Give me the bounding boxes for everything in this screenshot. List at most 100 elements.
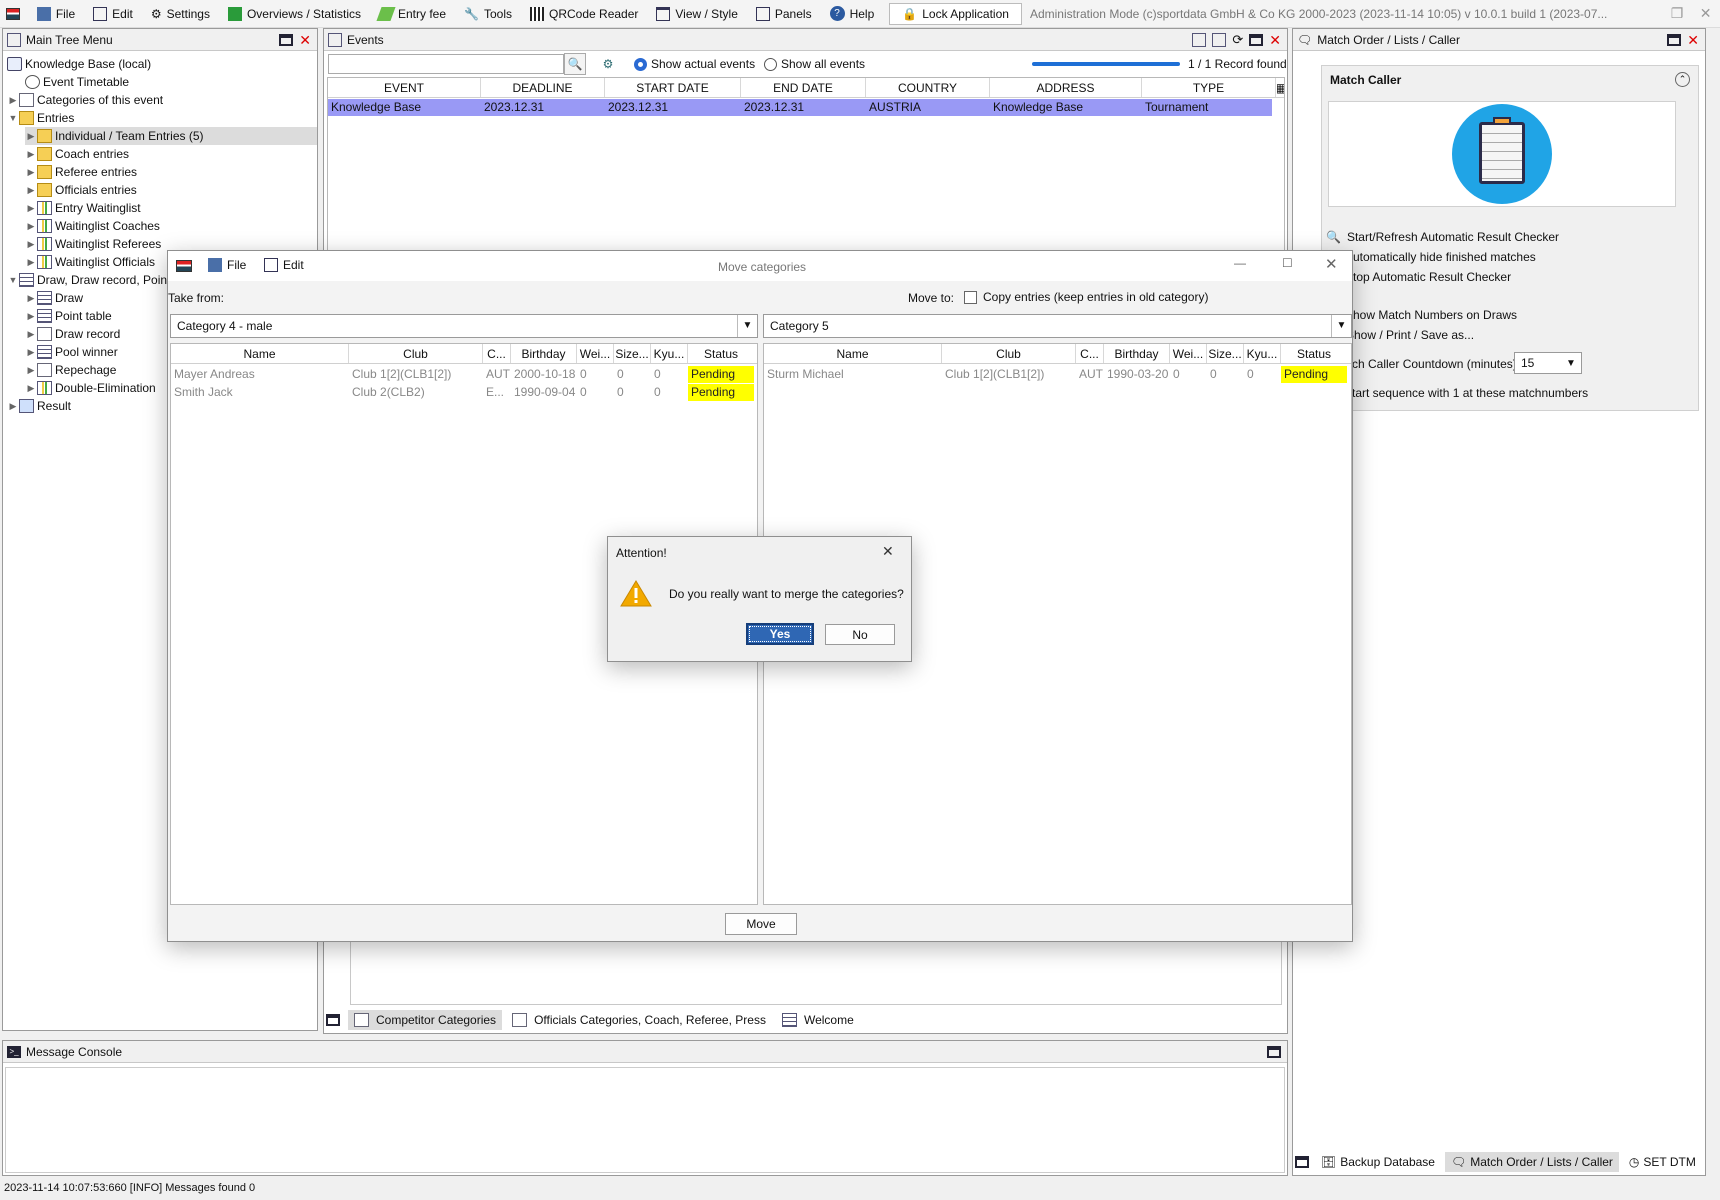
col-country[interactable]: COUNTRY [866,78,990,97]
expand-arrow-icon[interactable]: ▶ [25,365,37,376]
close-window-button[interactable]: ✕ [1691,5,1720,22]
tree-item-categories[interactable]: ▶ Categories of this event [7,91,163,109]
table-row[interactable]: Sturm Michael Club 1[2](CLB1[2]) AUT 199… [764,366,1351,383]
close-icon[interactable]: ✕ [882,543,894,560]
tree-item-coach-entries[interactable]: ▶ Coach entries [25,145,129,163]
expand-arrow-icon[interactable]: ▶ [25,329,37,340]
expand-arrow-icon[interactable]: ▶ [25,383,37,394]
table-row[interactable]: Mayer Andreas Club 1[2](CLB1[2]) AUT 200… [171,366,757,383]
col-country[interactable]: C... [1076,344,1104,363]
tree-item-double-elimination[interactable]: ▶ Double-Elimination [25,379,156,397]
menu-edit[interactable]: Edit [84,2,142,26]
menu-qrcode[interactable]: QRCode Reader [521,2,647,26]
expand-arrow-icon[interactable]: ▶ [25,239,37,250]
countdown-select[interactable]: 15 ▼ [1514,352,1582,374]
minimize-icon[interactable]: — [1234,256,1246,270]
col-weight[interactable]: Wei... [1170,344,1207,363]
folder-open-icon[interactable] [1212,32,1227,47]
expand-arrow-icon[interactable]: ▶ [25,149,37,160]
checkbox[interactable] [964,290,977,304]
collapse-arrow-icon[interactable]: ▼ [7,275,19,285]
search-icon[interactable]: 🔍 [564,53,586,75]
move-dialog-menu-file[interactable]: File [208,258,246,272]
expand-arrow-icon[interactable]: ▶ [25,347,37,358]
col-event[interactable]: EVENT [328,78,481,97]
tree-item-pool-winner[interactable]: ▶ Pool winner [25,343,118,361]
tree-item-draw[interactable]: ▶ Draw [25,289,83,307]
maximize-icon[interactable] [1249,33,1264,46]
expand-arrow-icon[interactable]: ▶ [25,257,37,268]
menu-overviews[interactable]: Overviews / Statistics [219,2,370,26]
menu-file[interactable]: File [28,2,84,26]
radio-button[interactable] [634,57,647,71]
expand-arrow-icon[interactable]: ▶ [25,167,37,178]
close-icon[interactable]: ✕ [1687,33,1699,47]
col-country[interactable]: C... [483,344,511,363]
col-name[interactable]: Name [171,344,349,363]
maximize-icon[interactable] [1667,33,1682,46]
yes-button[interactable]: Yes [746,623,814,645]
tree-item-entries[interactable]: ▼ Entries [7,109,74,127]
expand-arrow-icon[interactable]: ▶ [25,221,37,232]
calendar-icon[interactable] [1192,32,1207,47]
tab-competitor-categories[interactable]: Competitor Categories [348,1010,503,1030]
col-end-date[interactable]: END DATE [741,78,866,97]
from-category-select[interactable]: Category 4 - male ▼ [170,314,758,338]
col-kyu[interactable]: Kyu... [1244,344,1281,363]
close-icon[interactable]: ✕ [1325,255,1338,273]
maximize-icon[interactable] [1267,1045,1281,1058]
no-button[interactable]: No [825,624,895,645]
collapse-arrow-icon[interactable]: ▼ [7,113,19,123]
tree-item-knowledge-base[interactable]: Knowledge Base (local) [7,55,151,73]
close-icon[interactable]: ✕ [1269,33,1281,47]
chevron-down-icon[interactable]: ▼ [1331,315,1351,337]
menu-entry-fee[interactable]: Entry fee [370,2,455,26]
collapse-section-icon[interactable]: ⌃ [1675,72,1690,87]
close-icon[interactable]: ✕ [299,33,311,47]
expand-arrow-icon[interactable]: ▶ [25,311,37,322]
col-address[interactable]: ADDRESS [990,78,1142,97]
tree-item-entry-waitinglist[interactable]: ▶ Entry Waitinglist [25,199,141,217]
tree-item-draw-record[interactable]: ▶ Draw record [25,325,120,343]
col-type[interactable]: TYPE [1142,78,1276,97]
move-dialog-menu-edit[interactable]: Edit [264,258,304,272]
move-button[interactable]: Move [725,913,797,935]
menu-tools[interactable]: 🔧 Tools [455,2,521,26]
tab-set-dtm[interactable]: ◷ SET DTM [1623,1152,1702,1172]
column-chooser-icon[interactable]: ▦ [1276,78,1284,97]
tab-match-order[interactable]: 🗨 Match Order / Lists / Caller [1444,1152,1619,1172]
col-club[interactable]: Club [942,344,1076,363]
tree-item-waitinglist-referees[interactable]: ▶ Waitinglist Referees [25,235,161,253]
col-status[interactable]: Status [688,344,754,363]
col-birthday[interactable]: Birthday [511,344,577,363]
to-category-select[interactable]: Category 5 ▼ [763,314,1352,338]
tab-backup-database[interactable]: 🗄 Backup Database [1315,1152,1441,1172]
col-club[interactable]: Club [349,344,483,363]
expand-arrow-icon[interactable]: ▶ [25,131,37,142]
events-search-input[interactable] [328,54,564,74]
tree-item-draw-group[interactable]: ▼ Draw, Draw record, Poin [7,271,167,289]
table-row[interactable]: Smith Jack Club 2(CLB2) E... 1990-09-04 … [171,384,757,401]
tree-item-point-table[interactable]: ▶ Point table [25,307,112,325]
menu-panels[interactable]: Panels [747,2,821,26]
radio-show-all[interactable]: Show all events [764,57,865,71]
col-size[interactable]: Size... [1207,344,1244,363]
maximize-window-icon[interactable]: ☐ [1282,256,1293,270]
option-start-sequence[interactable]: Start sequence with 1 at these matchnumb… [1326,386,1588,400]
refresh-icon[interactable]: ⟳ [1232,32,1243,48]
radio-show-actual[interactable]: Show actual events [634,57,755,71]
maximize-icon[interactable] [326,1014,340,1026]
tree-item-officials-entries[interactable]: ▶ Officials entries [25,181,137,199]
menu-settings[interactable]: ⚙ Settings [142,2,219,26]
copy-entries-checkbox[interactable]: Copy entries (keep entries in old catego… [964,290,1208,304]
tab-welcome[interactable]: Welcome [776,1010,860,1030]
tree-item-repechage[interactable]: ▶ Repechage [25,361,116,379]
expand-arrow-icon[interactable]: ▶ [25,203,37,214]
expand-arrow-icon[interactable]: ▶ [7,95,19,106]
radio-button[interactable] [764,57,777,71]
option-hide-finished[interactable]: Automatically hide finished matches [1326,250,1536,264]
restore-window-button[interactable]: ❐ [1663,5,1692,22]
tree-item-waitinglist-coaches[interactable]: ▶ Waitinglist Coaches [25,217,160,235]
tree-item-waitinglist-officials[interactable]: ▶ Waitinglist Officials [25,253,155,271]
lock-application-button[interactable]: 🔒 Lock Application [889,2,1022,25]
